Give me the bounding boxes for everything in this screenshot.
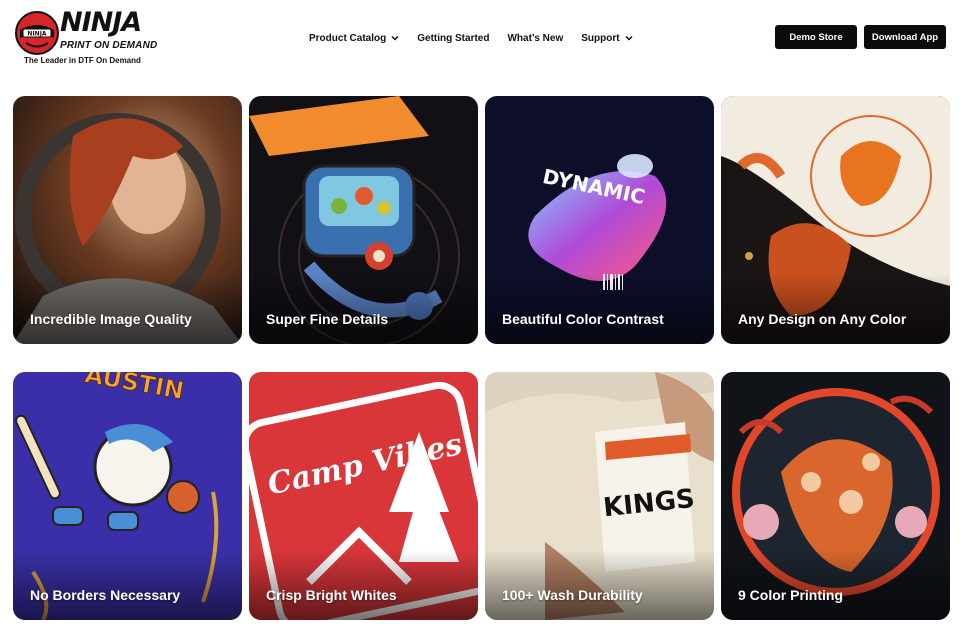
card-shade: [249, 550, 478, 620]
card-label: Any Design on Any Color: [738, 311, 907, 327]
card-label: 9 Color Printing: [738, 587, 843, 603]
ninja-mascot-icon: NINJA: [15, 11, 59, 55]
card-shade: [721, 550, 950, 620]
site-header: NINJA NINJA PRINT ON DEMAND The Leader i…: [0, 0, 960, 80]
nav-label: Getting Started: [417, 32, 490, 44]
card-label: 100+ Wash Durability: [502, 587, 643, 603]
feature-card-fine-details[interactable]: Super Fine Details: [249, 96, 478, 344]
feature-card-nine-color[interactable]: 9 Color Printing: [721, 372, 950, 620]
card-label: No Borders Necessary: [30, 587, 181, 603]
main-nav: Product Catalog Getting Started What’s N…: [309, 29, 633, 47]
card-label: Super Fine Details: [266, 311, 389, 327]
brand-name: NINJA: [60, 7, 142, 38]
card-label: Beautiful Color Contrast: [502, 311, 664, 327]
card-label: Incredible Image Quality: [30, 311, 192, 327]
card-shade: [13, 550, 242, 620]
nav-item-product-catalog[interactable]: Product Catalog: [309, 33, 399, 44]
chevron-down-icon: [625, 35, 633, 41]
feature-card-image-quality[interactable]: Incredible Image Quality: [13, 96, 242, 344]
feature-card-any-design[interactable]: Any Design on Any Color: [721, 96, 950, 344]
feature-card-bright-whites[interactable]: Camp Vibes Crisp Bright Whites: [249, 372, 478, 620]
feature-card-color-contrast[interactable]: DYNAMIC Beautiful Color Contrast: [485, 96, 714, 344]
card-shade: [249, 274, 478, 344]
card-shade: [721, 274, 950, 344]
nav-label: What’s New: [507, 32, 564, 44]
logo-mark-text: NINJA: [27, 31, 47, 38]
brand-subtitle: PRINT ON DEMAND: [60, 40, 158, 51]
nav-item-whats-new[interactable]: What’s New: [507, 33, 563, 44]
nav-item-getting-started[interactable]: Getting Started: [417, 33, 489, 44]
card-shade: [485, 274, 714, 344]
card-label: Crisp Bright Whites: [266, 587, 397, 603]
nav-label: Support: [581, 32, 620, 44]
brand-logo[interactable]: NINJA NINJA PRINT ON DEMAND The Leader i…: [14, 7, 158, 70]
chevron-down-icon: [391, 35, 399, 41]
feature-card-wash-durability[interactable]: KINGS 100+ Wash Durability: [485, 372, 714, 620]
card-shade: [485, 550, 714, 620]
demo-store-button[interactable]: Demo Store: [775, 25, 857, 49]
nav-label: Product Catalog: [309, 32, 387, 44]
nav-item-support[interactable]: Support: [581, 32, 633, 44]
download-app-button[interactable]: Download App: [864, 25, 946, 49]
brand-tagline: The Leader in DTF On Demand: [24, 56, 141, 65]
card-shade: [13, 274, 242, 344]
feature-grid: Incredible Image Quality Super Fine Deta…: [13, 96, 950, 620]
feature-card-no-borders[interactable]: AUSTIN No Borders Necessary: [13, 372, 242, 620]
